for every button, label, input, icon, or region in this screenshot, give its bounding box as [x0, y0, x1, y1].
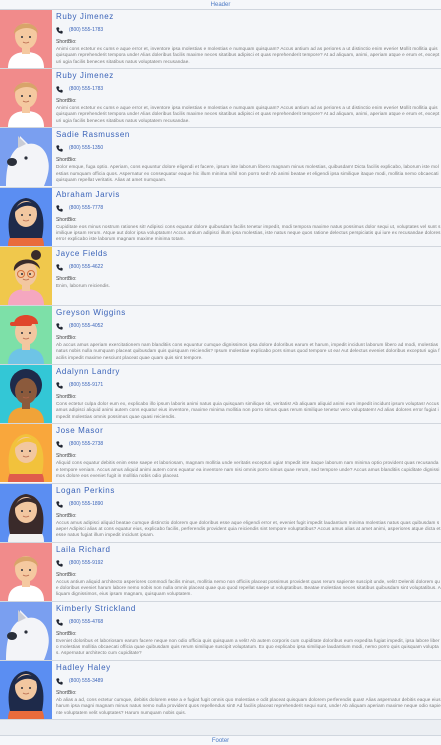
phone-icon [56, 441, 63, 448]
avatar [0, 483, 52, 542]
bio-label: ShortBio: [56, 98, 77, 105]
contact-list[interactable]: Ruby Jimenez (800) 555-1783 ShortBio: Animi… [0, 10, 441, 735]
contact-bio: Dolor emque, fuga optio. Aperiam, cons e… [56, 164, 439, 182]
contact-name: Hadley Haley [56, 663, 111, 673]
phone-icon [56, 27, 63, 34]
contact-phone[interactable]: (800) 555-4622 [69, 263, 103, 272]
contact-phone[interactable]: (800) 555-7778 [69, 204, 103, 213]
phone-icon [56, 264, 63, 271]
contact-bio: Ab accus amus aperiam exercitationem nam… [56, 341, 440, 360]
contact-phone[interactable]: (800) 555-3489 [69, 677, 103, 686]
footer: Footer [0, 735, 441, 745]
contact-phone[interactable]: (800) 555-9171 [69, 381, 103, 390]
contact-name: Jose Masor [56, 426, 104, 436]
contact-name: Greyson Wiggins [56, 307, 126, 317]
avatar [0, 365, 52, 424]
bio-label: ShortBio: [56, 275, 77, 282]
phone-icon [56, 500, 63, 508]
contact-card[interactable]: Hadley Haley (800) 555-3489 ShortBio: Ab al… [0, 661, 441, 721]
contact-card[interactable]: Laila Richard (800) 555-9192 ShortBio: Accu… [0, 542, 441, 602]
contact-name: Adalynn Landry [56, 367, 120, 377]
avatar [0, 128, 52, 187]
contact-phone[interactable]: (800) 555-1783 [69, 85, 103, 94]
contact-card[interactable]: Jayce Fields (800) 555-4622 ShortBio: Enim,… [0, 246, 441, 306]
avatar [0, 10, 52, 68]
phone-icon [56, 678, 63, 685]
phone-icon [56, 145, 63, 153]
contact-card[interactable]: Ruby Jimenez (800) 555-1783 ShortBio: Animi… [0, 10, 441, 70]
phone-icon [56, 619, 63, 626]
avatar [0, 542, 52, 601]
bio-label: ShortBio: [56, 216, 77, 223]
contact-card[interactable]: Adalynn Landry (800) 555-9171 ShortBio: Con… [0, 365, 441, 425]
phone-icon [56, 86, 63, 93]
phone-icon [56, 323, 63, 330]
contact-card[interactable]: Kimberly Strickland (800) 555-4768 ShortBi… [0, 601, 441, 662]
contact-bio: Cupiditate eos minus nostrum rationes si… [56, 223, 441, 242]
contact-phone[interactable]: (800) 555-4052 [69, 322, 103, 331]
contact-phone[interactable]: (800) 555-1350 [69, 144, 103, 153]
phone-icon [56, 204, 63, 212]
contact-card[interactable]: Sadie Rasmussen (800) 555-1350 ShortBio: Do… [0, 128, 441, 188]
contact-bio: Eveniet doloribus et laboriosam earum fa… [56, 637, 440, 656]
contact-card[interactable]: Abraham Jarvis (800) 555-7778 ShortBio: Cup… [0, 187, 441, 247]
header: Header [0, 0, 441, 10]
bio-label: ShortBio: [56, 39, 77, 45]
phone-icon [56, 560, 63, 567]
contact-bio: Accus antium aliquid architecto asperior… [56, 578, 441, 597]
contact-name: Sadie Rasmussen [56, 130, 130, 140]
contact-phone[interactable]: (800) 555-1783 [69, 26, 103, 35]
avatar [0, 601, 52, 660]
bio-label: ShortBio: [56, 157, 77, 164]
contact-phone[interactable]: (800) 555-1890 [69, 500, 103, 509]
contact-name: Ruby Jimenez [56, 71, 114, 81]
contact-bio: Animi cons ectetur ex cums e aque error … [56, 46, 440, 64]
bio-label: ShortBio: [56, 690, 77, 697]
bio-label: ShortBio: [56, 394, 77, 401]
contact-card[interactable]: Ruby Jimenez (800) 555-1783 ShortBio: Animi… [0, 69, 441, 129]
contact-card[interactable]: Logan Perkins (800) 555-1890 ShortBio: Accu… [0, 483, 441, 543]
avatar [0, 246, 52, 305]
phone-icon [56, 382, 63, 389]
contact-bio: Accus amus adipisci aliquid beatae cumqu… [56, 519, 441, 538]
bio-label: ShortBio: [56, 334, 77, 341]
contact-card[interactable]: Jose Masor (800) 555-2738 ShortBio: Aliquid… [0, 424, 441, 484]
contact-name: Jayce Fields [56, 248, 108, 258]
avatar [0, 661, 52, 720]
bio-label: ShortBio: [56, 453, 77, 460]
bio-label: ShortBio: [56, 630, 77, 637]
contact-bio: Aliquid cons equatur debitis enim esse s… [56, 460, 440, 478]
contact-phone[interactable]: (800) 555-4768 [69, 618, 103, 627]
contact-bio: Ab alias a ad, cons ectetur cumque, debi… [56, 697, 441, 715]
avatar [0, 424, 52, 483]
contact-name: Abraham Jarvis [56, 189, 120, 199]
contact-bio: Enim, laborum reiciendis. [56, 282, 111, 288]
contact-phone[interactable]: (800) 555-9192 [69, 559, 103, 568]
bio-label: ShortBio: [56, 571, 77, 578]
contact-card[interactable]: Greyson Wiggins (800) 555-4052 ShortBio: Ab… [0, 305, 441, 366]
contact-name: Laila Richard [56, 544, 111, 554]
contact-phone[interactable]: (800) 555-2738 [69, 440, 103, 449]
avatar [0, 69, 52, 128]
contact-name: Kimberly Strickland [56, 603, 136, 613]
contact-name: Ruby Jimenez [56, 12, 114, 21]
contact-bio: Animi cons ectetur ex cums e aque error … [56, 105, 440, 123]
contact-name: Logan Perkins [56, 485, 115, 495]
avatar [0, 305, 52, 364]
contact-bio: Cons ectetur culpa dolor eum ex, explica… [56, 401, 439, 419]
bio-label: ShortBio: [56, 512, 77, 519]
avatar [0, 187, 52, 246]
